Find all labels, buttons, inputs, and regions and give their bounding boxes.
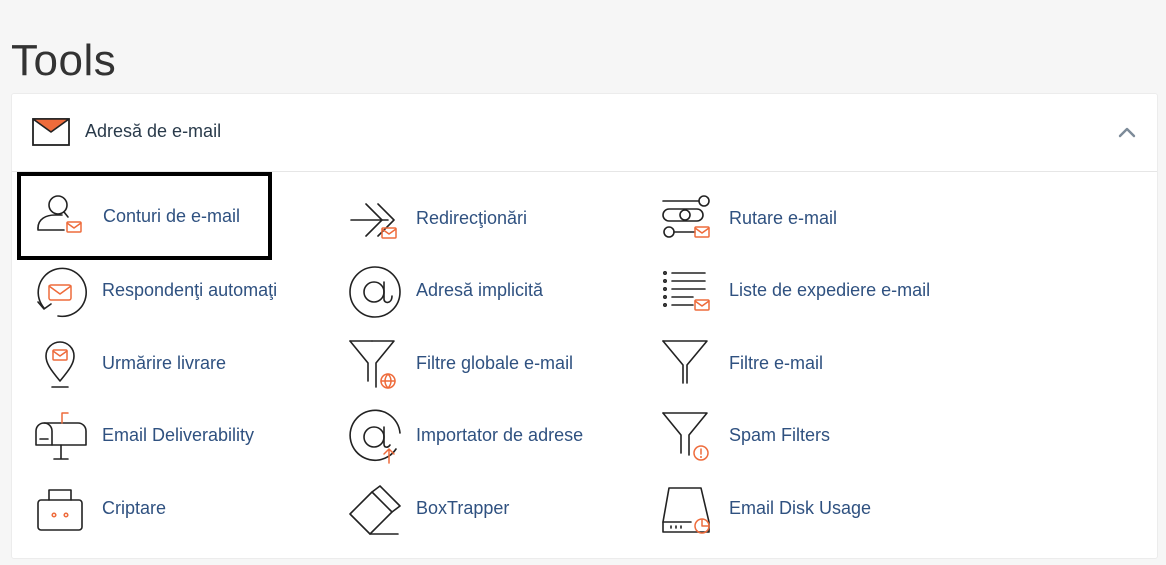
- tool-label: Urmărire livrare: [102, 353, 227, 373]
- section-title: Adresă de e-mail: [85, 121, 222, 141]
- mailbox-icon: [35, 412, 87, 460]
- envelope-icon: [32, 118, 70, 146]
- tool-label: Adresă implicită: [416, 280, 544, 300]
- tool-label: Email Disk Usage: [729, 498, 872, 518]
- tool-email-disk-usage[interactable]: Email Disk Usage: [661, 479, 921, 541]
- tool-address-importer[interactable]: Importator de adrese: [348, 406, 628, 468]
- tool-label: Liste de expediere e-mail: [729, 280, 931, 300]
- tool-label: Conturi de e-mail: [103, 206, 241, 226]
- email-section-header[interactable]: Adresă de e-mail: [12, 94, 1157, 172]
- tool-label: Criptare: [102, 498, 167, 518]
- disk-usage-icon: [662, 487, 710, 534]
- tool-default-address[interactable]: Adresă implicită: [348, 261, 608, 323]
- tool-track-delivery[interactable]: Urmărire livrare: [34, 334, 294, 396]
- tool-email-filters[interactable]: Filtre e-mail: [661, 334, 921, 396]
- track-delivery-icon: [45, 341, 75, 388]
- global-filters-icon: [349, 340, 396, 389]
- tool-autoresponders[interactable]: Respondenţi automaţi: [34, 261, 324, 323]
- mailing-lists-icon: [662, 271, 710, 311]
- email-filters-icon: [662, 340, 708, 384]
- email-section-panel: Adresă de e-mail Conturi de e-mail Redir…: [11, 93, 1158, 559]
- spam-filter-icon: [662, 412, 709, 461]
- tool-mailing-lists[interactable]: Liste de expediere e-mail: [661, 261, 961, 323]
- tool-label: Importator de adrese: [416, 425, 584, 445]
- tool-email-routing[interactable]: Rutare e-mail: [661, 189, 921, 251]
- email-accounts-icon: [37, 195, 82, 233]
- tool-label: Email Deliverability: [102, 425, 255, 445]
- tool-encryption[interactable]: Criptare: [34, 479, 294, 541]
- tool-spam-filters[interactable]: Spam Filters: [661, 406, 921, 468]
- tool-global-filters[interactable]: Filtre globale e-mail: [348, 334, 608, 396]
- tool-label: Spam Filters: [729, 425, 831, 445]
- tool-label: BoxTrapper: [416, 498, 510, 518]
- tool-email-deliverability[interactable]: Email Deliverability: [34, 406, 314, 468]
- tool-forwarders[interactable]: Redirecţionări: [348, 189, 608, 251]
- encryption-icon: [37, 489, 83, 531]
- tool-label: Filtre e-mail: [729, 353, 824, 373]
- address-importer-icon: [349, 409, 401, 464]
- page-title: Tools: [11, 36, 117, 86]
- chevron-up-icon[interactable]: [1117, 122, 1137, 142]
- autoresponders-icon: [37, 267, 87, 318]
- boxtrapper-icon: [349, 485, 401, 535]
- email-routing-icon: [662, 195, 710, 238]
- tool-label: Redirecţionări: [416, 208, 528, 228]
- tool-label: Filtre globale e-mail: [416, 353, 574, 373]
- tool-email-accounts[interactable]: Conturi de e-mail: [17, 172, 272, 260]
- default-address-icon: [349, 266, 401, 318]
- tool-boxtrapper[interactable]: BoxTrapper: [348, 479, 608, 541]
- forwarders-icon: [350, 203, 397, 239]
- tool-label: Rutare e-mail: [729, 208, 838, 228]
- tool-label: Respondenţi automaţi: [102, 280, 278, 300]
